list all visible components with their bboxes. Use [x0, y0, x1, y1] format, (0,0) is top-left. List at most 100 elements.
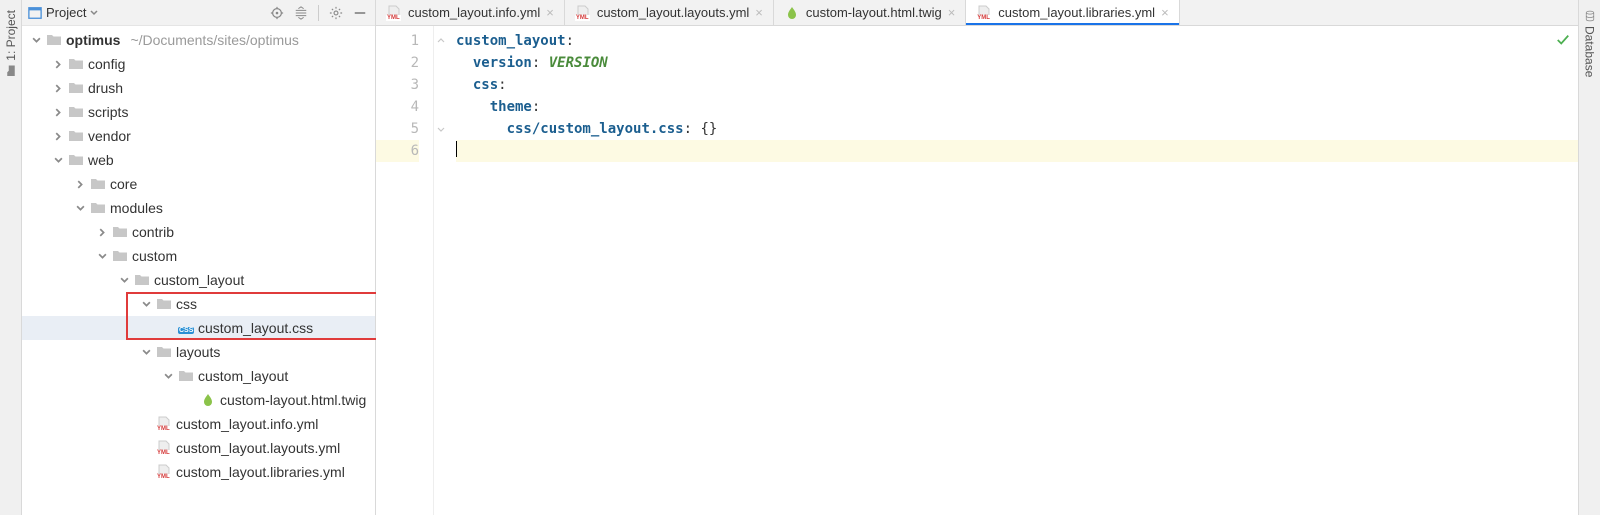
locate-icon[interactable]: [268, 4, 286, 22]
close-icon[interactable]: ×: [1161, 5, 1169, 20]
tree-folder[interactable]: drush: [22, 76, 375, 100]
toolwindow-database-button[interactable]: Database: [1583, 10, 1597, 77]
gear-icon[interactable]: [327, 4, 345, 22]
tree-folder[interactable]: custom: [22, 244, 375, 268]
editor-gutter: 123456: [376, 26, 434, 515]
chevron-right-icon[interactable]: [96, 226, 108, 238]
folder-icon: [156, 344, 172, 360]
tree-folder[interactable]: optimus~/Documents/sites/optimus: [22, 28, 375, 52]
chevron-down-icon[interactable]: [74, 202, 86, 214]
chevron-right-icon[interactable]: [52, 58, 64, 70]
tree-file[interactable]: YMLcustom_layout.layouts.yml: [22, 436, 375, 460]
code-line[interactable]: css/custom_layout.css: {}: [456, 118, 1578, 140]
tree-folder[interactable]: web: [22, 148, 375, 172]
inspection-ok-icon: [1556, 32, 1570, 54]
code-line[interactable]: custom_layout:: [456, 30, 1578, 52]
chevron-down-icon[interactable]: [96, 250, 108, 262]
close-icon[interactable]: ×: [948, 5, 956, 20]
project-panel-header: Project: [22, 0, 375, 26]
editor-tab-label: custom-layout.html.twig: [806, 5, 942, 20]
chevron-down-icon[interactable]: [162, 370, 174, 382]
code-line[interactable]: [456, 140, 1578, 162]
chevron-right-icon[interactable]: [74, 178, 86, 190]
tree-node-label: custom_layout.layouts.yml: [176, 440, 340, 456]
project-view-label: Project: [46, 5, 86, 20]
left-toolstrip: 1: Project: [0, 0, 22, 515]
right-toolstrip: Database: [1578, 0, 1600, 515]
chevron-right-icon[interactable]: [52, 106, 64, 118]
code-token: custom_layout: [456, 33, 566, 49]
code-line[interactable]: version: VERSION: [456, 52, 1578, 74]
tree-node-label: custom_layout.info.yml: [176, 416, 318, 432]
line-number: 1: [376, 30, 419, 52]
close-icon[interactable]: ×: [755, 5, 763, 20]
tree-folder[interactable]: config: [22, 52, 375, 76]
tree-file[interactable]: custom-layout.html.twig: [22, 388, 375, 412]
code-token: :: [532, 55, 549, 71]
tree-folder[interactable]: core: [22, 172, 375, 196]
header-divider: [318, 5, 319, 21]
project-tree[interactable]: optimus~/Documents/sites/optimusconfig dr…: [22, 26, 375, 484]
twig-icon: [200, 392, 216, 408]
line-number: 2: [376, 52, 419, 74]
code-line[interactable]: css:: [456, 74, 1578, 96]
editor-tab[interactable]: custom-layout.html.twig ×: [774, 0, 966, 25]
code-token: [456, 77, 473, 93]
chevron-down-icon: [90, 9, 98, 17]
chevron-right-icon[interactable]: [52, 82, 64, 94]
chevron-down-icon[interactable]: [52, 154, 64, 166]
tree-file[interactable]: YMLcustom_layout.info.yml: [22, 412, 375, 436]
folder-icon: [68, 128, 84, 144]
fold-marker: [434, 140, 448, 162]
folder-icon: [46, 32, 62, 48]
database-icon: [1584, 10, 1596, 22]
tree-node-label: drush: [88, 80, 123, 96]
folder-icon: [90, 200, 106, 216]
editor-tab[interactable]: YMLcustom_layout.info.yml×: [376, 0, 565, 25]
tree-node-label: custom-layout.html.twig: [220, 392, 366, 408]
code-token: :: [498, 77, 506, 93]
yml-icon: YML: [156, 440, 172, 456]
fold-marker: [434, 74, 448, 96]
tree-folder[interactable]: vendor: [22, 124, 375, 148]
chevron-down-icon[interactable]: [118, 274, 130, 286]
text-cursor: [456, 141, 457, 157]
chevron-right-icon[interactable]: [52, 130, 64, 142]
tree-node-label: custom_layout: [198, 368, 288, 384]
tree-node-label: modules: [110, 200, 163, 216]
editor-tab-label: custom_layout.libraries.yml: [998, 5, 1155, 20]
hide-icon[interactable]: [351, 4, 369, 22]
tree-folder[interactable]: custom_layout: [22, 268, 375, 292]
tree-folder[interactable]: custom_layout: [22, 364, 375, 388]
code-editor[interactable]: 123456 custom_layout: version: VERSION c…: [376, 26, 1578, 515]
tree-node-label: layouts: [176, 344, 220, 360]
toolwindow-project-button[interactable]: 1: Project: [4, 10, 18, 77]
editor-tab-label: custom_layout.layouts.yml: [597, 5, 749, 20]
tree-folder[interactable]: scripts: [22, 100, 375, 124]
tree-folder[interactable]: layouts: [22, 340, 375, 364]
tree-node-path: ~/Documents/sites/optimus: [130, 32, 298, 48]
tree-file[interactable]: YMLcustom_layout.libraries.yml: [22, 460, 375, 484]
editor-tab-label: custom_layout.info.yml: [408, 5, 540, 20]
tree-folder[interactable]: modules: [22, 196, 375, 220]
project-view-selector[interactable]: Project: [28, 5, 98, 20]
folder-icon: [156, 296, 172, 312]
chevron-down-icon[interactable]: [140, 298, 152, 310]
css-icon: CSS: [178, 320, 194, 336]
tree-file[interactable]: CSScustom_layout.css: [22, 316, 375, 340]
chevron-down-icon[interactable]: [30, 34, 42, 46]
editor-code[interactable]: custom_layout: version: VERSION css: the…: [448, 26, 1578, 515]
collapse-all-icon[interactable]: [292, 4, 310, 22]
tree-folder[interactable]: contrib: [22, 220, 375, 244]
twig-icon: [784, 5, 800, 21]
editor-tab[interactable]: YMLcustom_layout.libraries.yml×: [966, 0, 1179, 25]
code-line[interactable]: theme:: [456, 96, 1578, 118]
tree-node-label: custom_layout.libraries.yml: [176, 464, 345, 480]
folder-icon: [68, 56, 84, 72]
folder-icon: [68, 152, 84, 168]
editor-tab[interactable]: YMLcustom_layout.layouts.yml×: [565, 0, 774, 25]
close-icon[interactable]: ×: [546, 5, 554, 20]
tree-folder[interactable]: css: [22, 292, 375, 316]
chevron-down-icon[interactable]: [140, 346, 152, 358]
code-token: theme: [490, 99, 532, 115]
